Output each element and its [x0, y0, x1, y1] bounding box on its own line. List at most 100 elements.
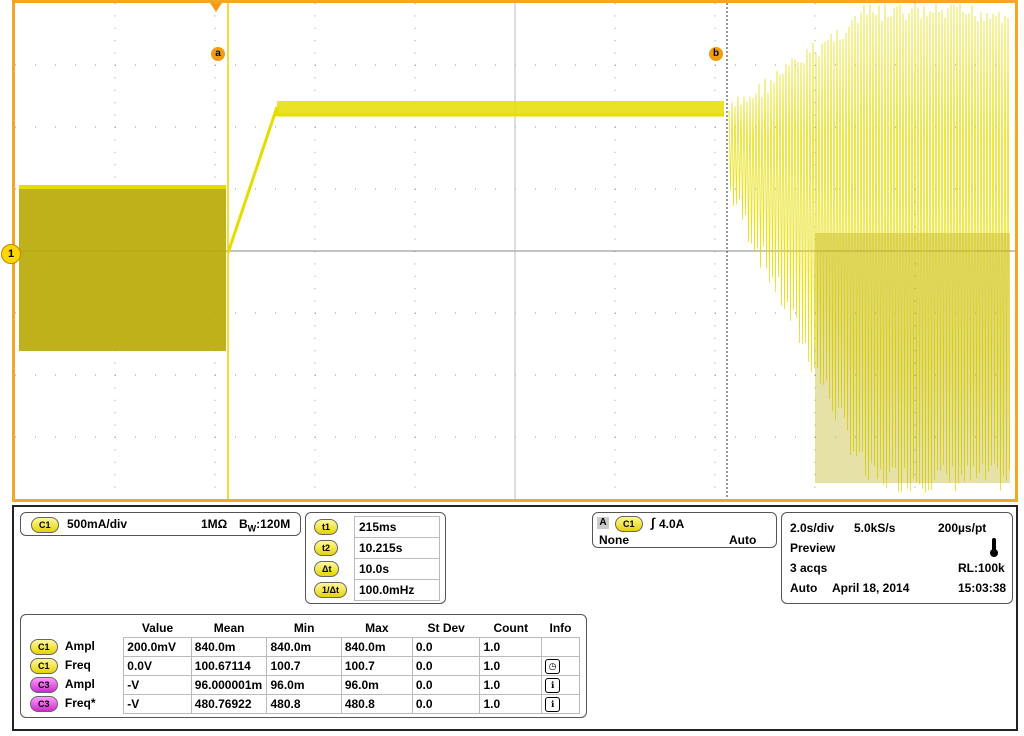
grid-dot: [714, 263, 716, 265]
grid-dot: [675, 374, 676, 376]
grid-dot: [614, 3, 616, 4]
grid-dot: [315, 374, 316, 376]
cursor-label-pill[interactable]: t2: [314, 540, 339, 556]
grid-dot: [414, 52, 416, 54]
grid-dot: [795, 312, 796, 314]
cursor-label-pill[interactable]: Δt: [314, 561, 340, 577]
grid-dot: [395, 126, 396, 128]
cursor-box[interactable]: t1 215ms t2 10.215s Δt 10.0s 1/Δt 100.0mHz: [305, 512, 446, 604]
grid-dot: [55, 374, 56, 376]
grid-dot: [614, 275, 616, 277]
cursor-label-pill[interactable]: t1: [314, 519, 339, 535]
grid-dot: [314, 337, 316, 339]
grid-dot: [114, 399, 116, 401]
measurement-stdev: 0.0: [411, 694, 481, 714]
cursor-row[interactable]: t2 10.215s: [312, 537, 440, 559]
grid-dot: [414, 350, 416, 352]
cursor-label-cell: t1: [312, 517, 355, 538]
thermometer-bulb: [990, 549, 998, 557]
timebase-box[interactable]: 2.0s/div 5.0kS/s 200µs/pt Preview 3 acqs…: [781, 512, 1013, 604]
sample-rate: 5.0kS/s: [854, 521, 896, 535]
grid-dot: [114, 77, 116, 79]
cursor-row[interactable]: t1 215ms: [312, 516, 440, 538]
measurement-row[interactable]: C1 Freq 0.0V 100.67114 100.7 100.7 0.0 1.0 ◷: [27, 656, 580, 676]
grid-dot: [595, 126, 596, 128]
info-icon[interactable]: ℹ: [545, 697, 561, 712]
grid-dot: [414, 387, 416, 389]
measurement-row[interactable]: C3 Ampl -V 96.000001m 96.0m 96.0m 0.0 1.0 ℹ: [27, 675, 580, 695]
trigger-box[interactable]: A C1 ∫ 4.0A None Auto: [592, 512, 777, 548]
channel-scale: 500mA/div: [67, 517, 128, 531]
grid-dot: [114, 52, 116, 54]
grid-dot: [314, 300, 316, 302]
grid-dot: [414, 362, 416, 364]
grid-dot: [414, 474, 416, 476]
record-length: RL:100k: [958, 561, 1005, 575]
measurement-row[interactable]: C3 Freq* -V 480.76922 480.8 480.8 0.0 1.0 ℹ: [27, 694, 580, 714]
measurement-row[interactable]: C1 Ampl 200.0mV 840.0m 840.0m 840.0m 0.0 1.0: [27, 637, 580, 657]
grid-dot: [395, 188, 396, 190]
grid-dot: [614, 337, 616, 339]
info-icon[interactable]: ℹ: [545, 678, 561, 693]
grid-dot: [614, 139, 616, 141]
cursor-a-marker[interactable]: a: [211, 47, 225, 61]
cursor-label-pill[interactable]: 1/Δt: [314, 582, 347, 598]
grid-dot: [414, 275, 416, 277]
grid-dot: [415, 312, 416, 314]
cursor-row[interactable]: Δt 10.0s: [312, 558, 440, 580]
measurement-value: -V: [123, 694, 192, 714]
measurement-mean: 100.67114: [190, 656, 268, 676]
grid-dot: [114, 164, 116, 166]
grid-dot: [275, 126, 276, 128]
grid-dot: [714, 362, 716, 364]
cursor-b-marker[interactable]: b: [709, 47, 723, 61]
grid-dot: [55, 126, 56, 128]
measurements-box[interactable]: Value Mean Min Max St Dev Count Info C1 Ampl 20…: [20, 614, 587, 718]
grid-dot: [714, 27, 716, 29]
grid-dot: [295, 64, 296, 66]
grid-dot: [175, 374, 176, 376]
channel-settings-box[interactable]: C1 500mA/div 1MΩ BW:120M: [20, 512, 301, 536]
grid-dot: [714, 337, 716, 339]
grid-dot: [114, 412, 116, 414]
grid-dot: [335, 374, 336, 376]
grid-dot: [375, 374, 376, 376]
grid-dot: [614, 412, 616, 414]
grid-dot: [214, 27, 216, 29]
grid-dot: [455, 188, 456, 190]
timebase-div: 2.0s/div: [790, 521, 835, 535]
grid-dot: [214, 362, 216, 364]
grid-dot: [714, 461, 716, 463]
grid-dot: [155, 374, 156, 376]
bw-value: :120M: [256, 517, 291, 531]
grid-dot: [455, 126, 456, 128]
measurement-name: Freq*: [64, 696, 96, 711]
trigger-position-icon[interactable]: [210, 3, 222, 12]
measurement-count: 1.0: [479, 637, 543, 657]
waveform-display[interactable]: a b: [12, 0, 1018, 502]
grid-dot: [714, 275, 716, 277]
grid-dot: [414, 213, 416, 215]
grid-dot: [814, 89, 816, 91]
grid-dot: [755, 312, 756, 314]
cursor-label-cell: t2: [312, 538, 355, 559]
grid-dot: [635, 374, 636, 376]
clock-icon[interactable]: ◷: [545, 659, 561, 674]
grid-dot: [414, 288, 416, 290]
cursor-row[interactable]: 1/Δt 100.0mHz: [312, 579, 440, 601]
grid-dot: [314, 52, 316, 54]
grid-dot: [255, 312, 256, 314]
channel-bandwidth: BW:120M: [239, 517, 290, 533]
grid-dot: [314, 139, 316, 141]
grid-dot: [235, 436, 236, 438]
grid-dot: [55, 64, 56, 66]
time-per-point: 200µs/pt: [938, 521, 987, 535]
channel-1-marker[interactable]: 1: [1, 244, 21, 264]
grid-dot: [15, 312, 16, 314]
grid-dot: [414, 486, 416, 488]
grid-dot: [275, 188, 276, 190]
grid-dot: [955, 64, 956, 66]
grid-dot: [214, 15, 216, 17]
measurement-max: 96.0m: [340, 675, 413, 695]
grid-dot: [714, 201, 716, 203]
